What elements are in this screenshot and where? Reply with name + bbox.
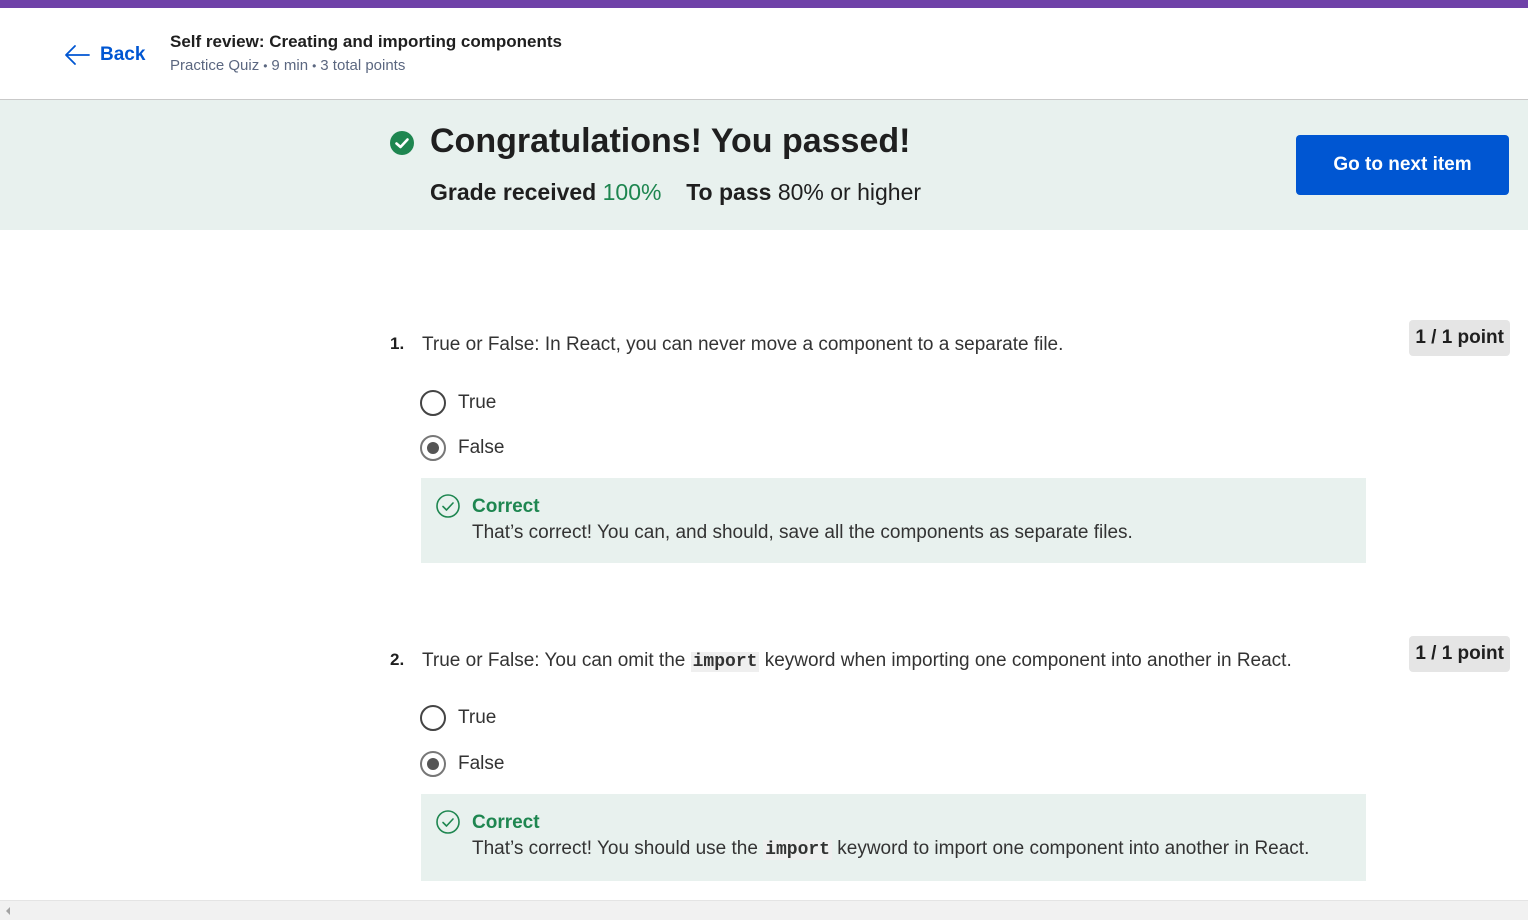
feedback-text-part: keyword to import one component into ano…: [837, 838, 1310, 859]
quiz-type: Practice Quiz: [170, 57, 260, 74]
feedback-text-part: That’s correct! You should use the: [472, 838, 758, 859]
grade-summary: Grade received 100% To pass 80% or highe…: [430, 179, 921, 206]
option-label: False: [458, 753, 505, 774]
question-number: 1.: [390, 334, 405, 353]
check-circle-icon: [390, 131, 414, 160]
points-badge: 1 / 1 point: [1409, 320, 1510, 356]
question-number: 2.: [390, 650, 405, 669]
option-false[interactable]: False: [420, 751, 504, 777]
quiz-duration: 9 min: [271, 57, 309, 74]
radio-button-selected[interactable]: [420, 435, 446, 461]
radio-button[interactable]: [420, 705, 446, 731]
question-text-part: keyword when importing one component int…: [764, 650, 1292, 671]
scroll-left-arrow-icon[interactable]: [6, 907, 10, 915]
quiz-total-points: 3 total points: [320, 57, 406, 74]
back-button[interactable]: Back: [64, 40, 145, 70]
check-circle-outline-icon: [436, 810, 460, 839]
arrow-left-icon: [64, 44, 90, 66]
grade-label: Grade received: [430, 179, 597, 205]
question-text: True or False: You can omit the import k…: [422, 650, 1292, 672]
option-true[interactable]: True: [420, 390, 496, 416]
radio-button-selected[interactable]: [420, 751, 446, 777]
page-title: Self review: Creating and importing comp…: [170, 32, 562, 51]
question-text: True or False: In React, you can never m…: [422, 334, 1064, 355]
result-headline: Congratulations! You passed!: [430, 122, 911, 160]
feedback-box: Correct That’s correct! You should use t…: [421, 794, 1366, 881]
option-label: True: [458, 392, 497, 413]
option-false[interactable]: False: [420, 435, 504, 461]
quiz-meta: Practice Quiz • 9 min • 3 total points: [170, 57, 405, 75]
meta-separator: •: [263, 59, 268, 73]
feedback-text: That’s correct! You should use the impor…: [472, 838, 1309, 860]
question-text-part: True or False: You can omit the: [422, 650, 686, 671]
back-label: Back: [100, 44, 146, 65]
brand-top-bar: [0, 0, 1528, 8]
check-circle-outline-icon: [436, 494, 460, 523]
go-to-next-item-button[interactable]: Go to next item: [1296, 135, 1509, 195]
code-keyword: import: [690, 652, 760, 672]
horizontal-scrollbar[interactable]: [0, 900, 1528, 920]
option-label: True: [458, 707, 497, 728]
option-true[interactable]: True: [420, 705, 496, 731]
meta-separator: •: [312, 59, 317, 73]
feedback-title: Correct: [472, 496, 540, 517]
feedback-box: Correct That’s correct! You can, and sho…: [421, 478, 1366, 563]
pass-suffix: or higher: [830, 179, 922, 205]
page-header: Back Self review: Creating and importing…: [0, 8, 1528, 100]
code-keyword: import: [763, 840, 832, 860]
pass-value: 80%: [777, 179, 824, 205]
feedback-text: That’s correct! You can, and should, sav…: [472, 522, 1133, 543]
radio-button[interactable]: [420, 390, 446, 416]
feedback-title: Correct: [472, 812, 540, 833]
grade-value: 100%: [602, 179, 662, 205]
points-badge: 1 / 1 point: [1409, 636, 1510, 672]
pass-label: To pass: [686, 179, 772, 205]
option-label: False: [458, 437, 505, 458]
